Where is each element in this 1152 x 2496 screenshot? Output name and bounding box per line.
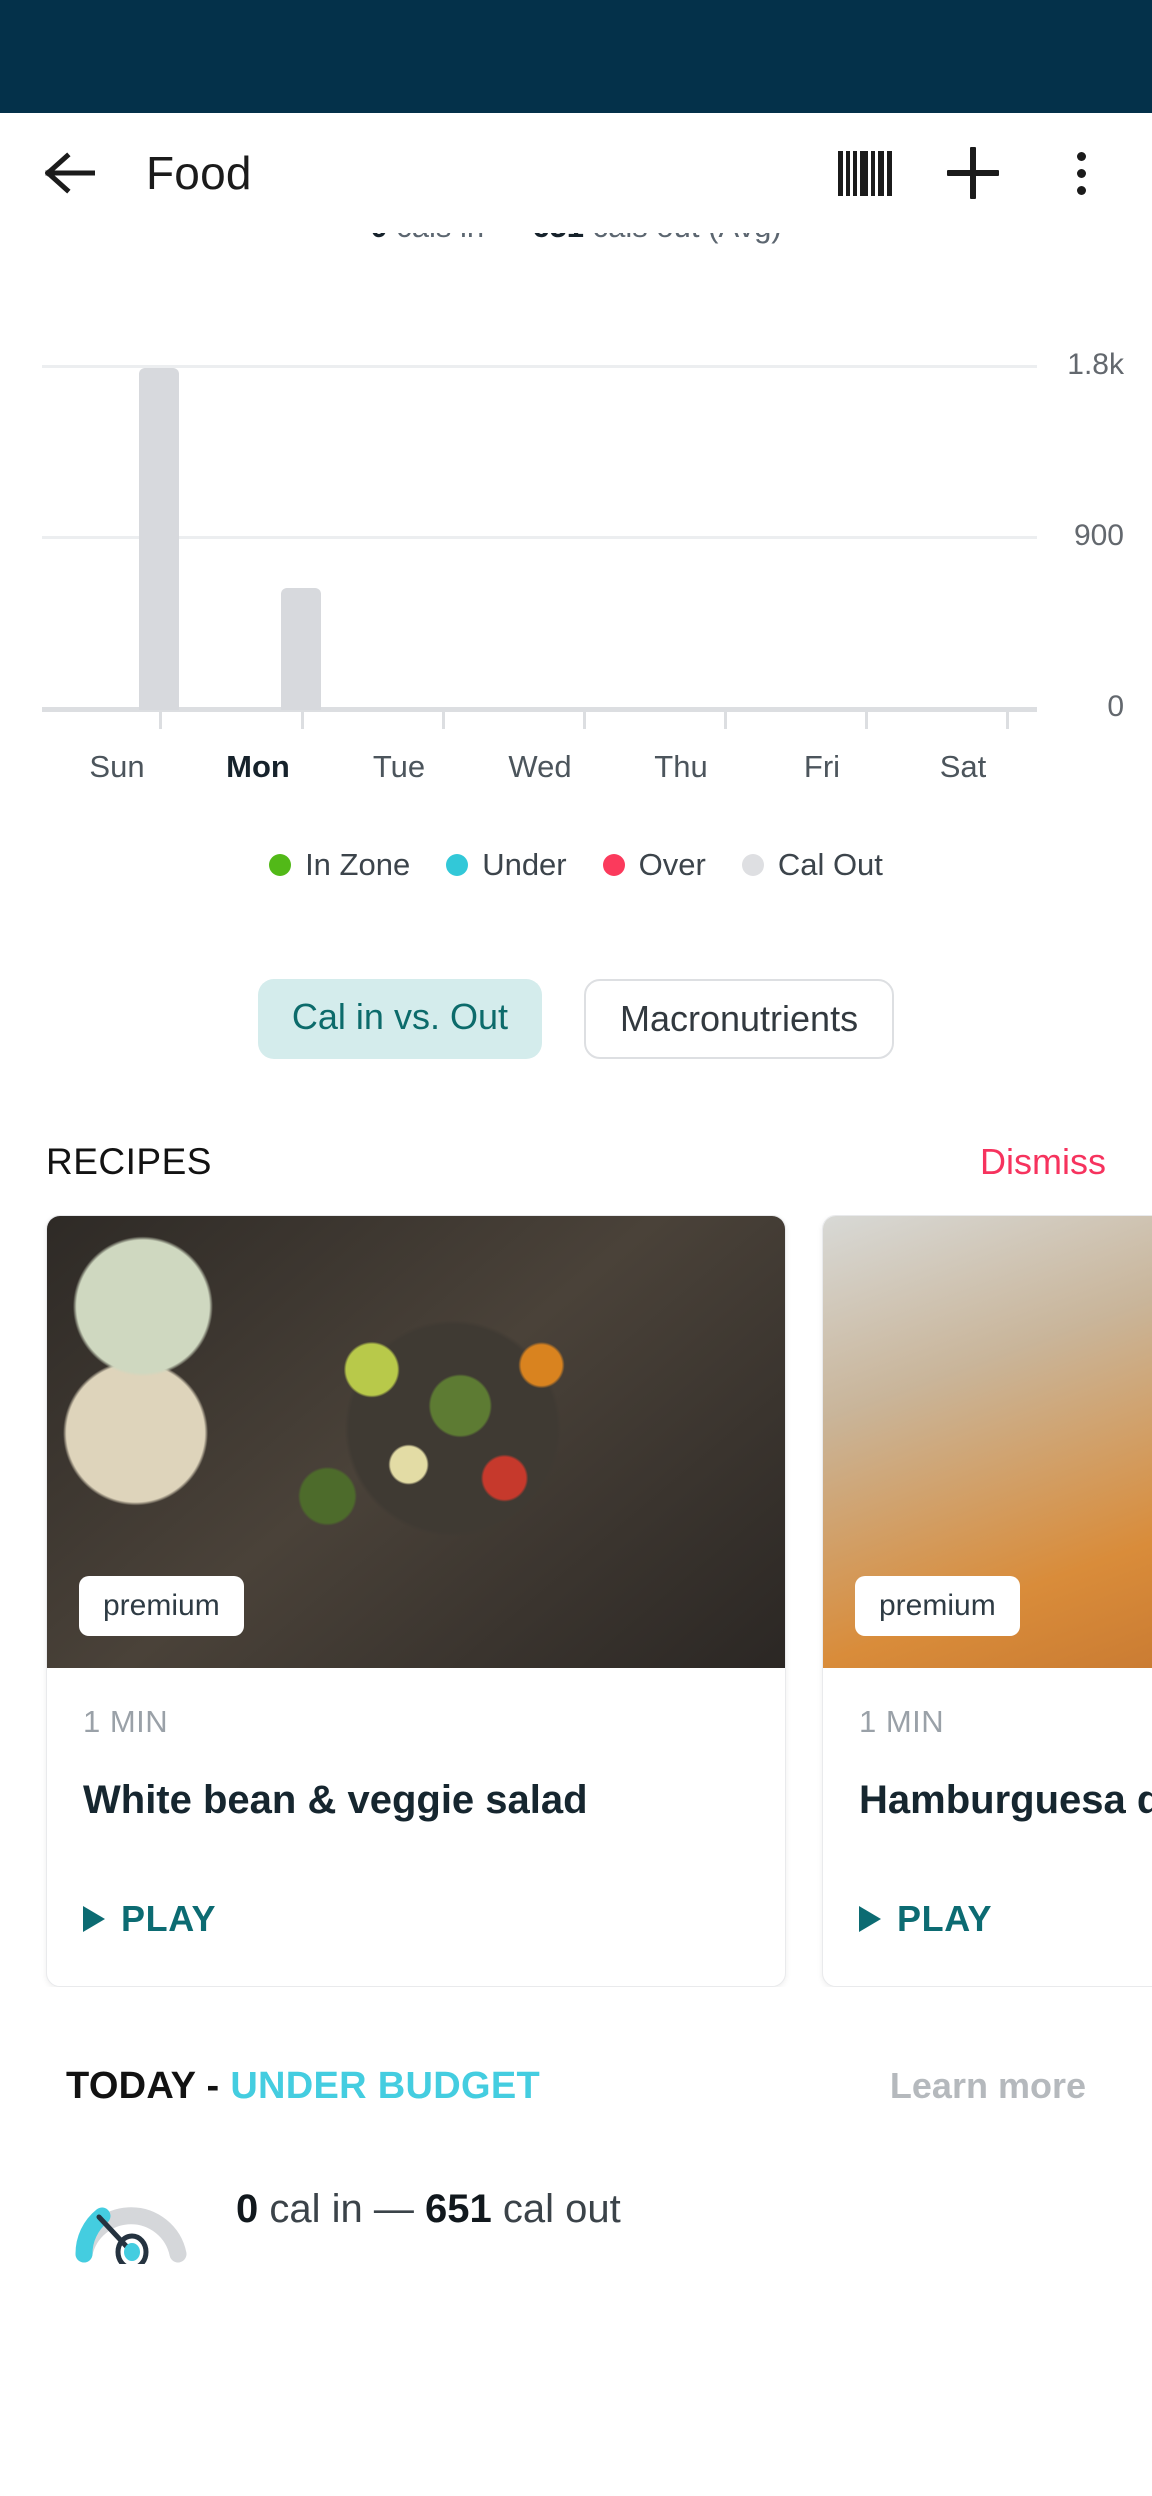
- legend-dot-icon: [269, 854, 292, 876]
- play-triangle-icon: [859, 1906, 881, 1932]
- play-label: PLAY: [121, 1898, 217, 1939]
- recipe-title: Hamburguesa de champiñones: [859, 1778, 1152, 1822]
- legend-dot-icon: [602, 854, 625, 876]
- today-section-header: TODAY - UNDER BUDGET Learn more: [0, 2065, 1152, 2108]
- xlabel-wed: Wed: [508, 749, 572, 784]
- legend-label-over: Over: [638, 847, 706, 882]
- recipe-title: White bean & veggie salad: [83, 1778, 588, 1822]
- chart-bar-sun[interactable]: [139, 368, 179, 710]
- barcode-icon: [838, 150, 892, 196]
- play-label: PLAY: [897, 1898, 993, 1939]
- legend-label-in-zone: In Zone: [305, 847, 411, 882]
- legend-label-under: Under: [482, 847, 567, 882]
- recipes-heading: RECIPES: [46, 1141, 212, 1182]
- recipe-duration: 1 MIN: [83, 1704, 169, 1739]
- play-button[interactable]: PLAY: [83, 1898, 216, 1940]
- app-root: Food 0 cals in — 651 cals out (Avg) 1.8k: [0, 0, 1152, 2496]
- today-cal-in-value: 0: [236, 2186, 259, 2231]
- tab-macronutrients[interactable]: Macronutrients: [583, 979, 895, 1059]
- xlabel-sun: Sun: [89, 749, 145, 784]
- dismiss-button[interactable]: Dismiss: [980, 1141, 1106, 1183]
- barcode-scanner-button[interactable]: [830, 138, 900, 208]
- page-title: Food: [146, 147, 252, 199]
- ytick-label-1800: 1.8k: [1067, 348, 1124, 381]
- today-cal-in-unit: cal in —: [258, 2186, 425, 2231]
- today-cal-out-value: 651: [424, 2186, 492, 2231]
- recipe-card[interactable]: premium 1 MIN White bean & veggie salad …: [46, 1215, 786, 1987]
- tab-cal-in-vs-out[interactable]: Cal in vs. Out: [257, 979, 542, 1059]
- clipped-summary: 0 cals in — 651 cals out (Avg): [0, 233, 1152, 273]
- plus-icon: [947, 147, 999, 199]
- recipe-card-body: 1 MIN Hamburguesa de champiñones PLAY: [823, 1668, 1152, 1986]
- cal-in-vs-out-chart: 1.8k 900 0 Sun Mon Tue Wed Thu Fri Sat I…: [0, 348, 1152, 883]
- legend-label-cal-out: Cal Out: [777, 847, 883, 882]
- xlabel-thu: Thu: [654, 749, 708, 784]
- summary-cal-out: 651: [532, 233, 584, 244]
- today-cal-out-unit: cal out: [491, 2186, 621, 2231]
- overflow-menu-button[interactable]: [1046, 138, 1116, 208]
- legend-item-over: Over: [602, 847, 706, 883]
- recipes-section-header: RECIPES Dismiss: [0, 1141, 1152, 1183]
- recipe-card[interactable]: premium 1 MIN Hamburguesa de champiñones…: [822, 1215, 1152, 1987]
- chart-plot-area: 1.8k 900 0 Sun Mon Tue Wed Thu Fri Sat: [0, 348, 1152, 784]
- premium-badge: premium: [855, 1576, 1020, 1636]
- learn-more-link[interactable]: Learn more: [890, 2065, 1086, 2107]
- legend-dot-icon: [446, 854, 469, 876]
- legend-item-in-zone: In Zone: [269, 847, 410, 883]
- recipe-duration: 1 MIN: [859, 1704, 945, 1739]
- legend-item-cal-out: Cal Out: [741, 847, 883, 883]
- today-label: TODAY -: [66, 2065, 231, 2107]
- recipes-carousel[interactable]: premium 1 MIN White bean & veggie salad …: [0, 1215, 1152, 1987]
- xlabel-fri: Fri: [803, 749, 841, 784]
- xlabel-sat: Sat: [939, 749, 987, 784]
- back-button[interactable]: [36, 139, 104, 207]
- chart-mode-tabs: Cal in vs. Out Macronutrients: [0, 979, 1152, 1059]
- today-status-badge: UNDER BUDGET: [230, 2065, 541, 2107]
- app-bar-actions: [830, 138, 1116, 208]
- premium-badge: premium: [79, 1576, 244, 1636]
- legend-dot-icon: [741, 854, 764, 876]
- recipe-image: premium: [823, 1216, 1152, 1668]
- back-arrow-icon: [45, 152, 95, 194]
- add-button[interactable]: [938, 138, 1008, 208]
- summary-mid: cals in —: [388, 233, 533, 244]
- play-triangle-icon: [83, 1906, 105, 1932]
- xlabel-mon: Mon: [226, 749, 290, 784]
- recipe-image: premium: [47, 1216, 785, 1668]
- ytick-label-0: 0: [1107, 690, 1124, 723]
- chart-legend: In Zone Under Over Cal Out: [0, 847, 1152, 883]
- today-calorie-text: 0 cal in — 651 cal out: [236, 2187, 621, 2232]
- calorie-gauge-icon: [66, 2154, 196, 2271]
- chart-bars: [42, 365, 1037, 710]
- legend-item-under: Under: [446, 847, 567, 883]
- summary-cal-in: 0: [370, 233, 387, 244]
- today-title: TODAY - UNDER BUDGET: [66, 2065, 540, 2108]
- ytick-label-900: 900: [1073, 519, 1124, 552]
- summary-suffix: cals out (Avg): [584, 233, 782, 244]
- app-bar: Food: [0, 113, 1152, 233]
- chart-bar-mon[interactable]: [281, 588, 321, 710]
- status-bar: [0, 0, 1152, 113]
- play-button[interactable]: PLAY: [859, 1898, 992, 1940]
- recipe-card-body: 1 MIN White bean & veggie salad PLAY: [47, 1668, 785, 1986]
- xlabel-tue: Tue: [372, 749, 426, 784]
- today-summary-row: 0 cal in — 651 cal out: [0, 2154, 1152, 2271]
- kebab-menu-icon: [1076, 151, 1086, 195]
- chart-ticks: [42, 712, 1037, 729]
